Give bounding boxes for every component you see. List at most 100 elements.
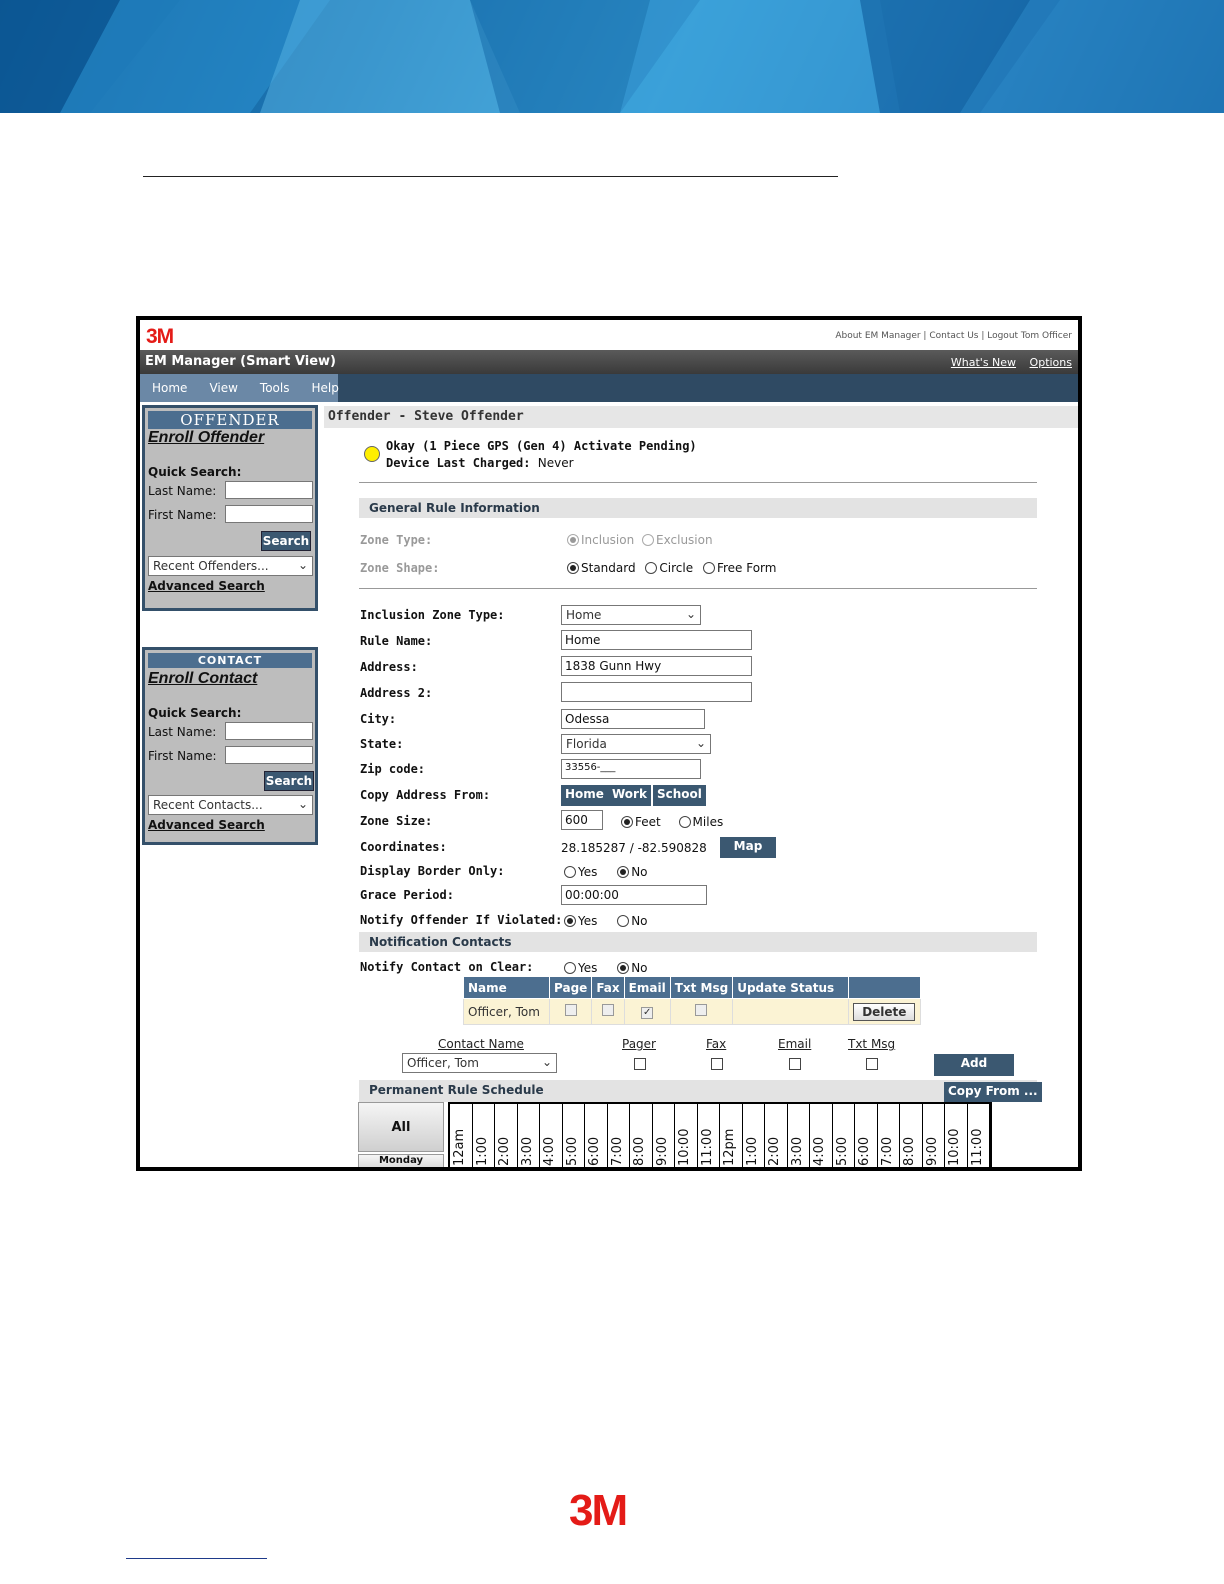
contact-name-select[interactable]: Officer, Tom ⌄ <box>402 1053 557 1073</box>
col-update-status: Update Status <box>732 976 850 999</box>
state-select[interactable]: Florida ⌄ <box>561 734 711 754</box>
miles-label: Miles <box>692 815 724 829</box>
border-no-radio[interactable] <box>617 866 630 878</box>
hour-column[interactable]: 10:00 <box>945 1104 968 1167</box>
grace-period-input[interactable]: 00:00:00 <box>561 885 707 905</box>
miles-radio[interactable] <box>678 816 691 828</box>
standard-radio[interactable] <box>567 562 579 574</box>
hour-column[interactable]: 7:00 <box>608 1104 630 1167</box>
general-rule-section: General Rule Information <box>359 498 1037 518</box>
inclusion-radio[interactable] <box>567 534 579 546</box>
charged-value: Never <box>537 456 574 470</box>
divider <box>359 482 1037 483</box>
border-yes-radio[interactable] <box>564 866 576 878</box>
hour-label: 12pm <box>722 1128 737 1166</box>
chevron-down-icon: ⌄ <box>541 1055 552 1069</box>
rule-name-input[interactable]: Home <box>561 630 752 650</box>
options-link[interactable]: Options <box>1030 356 1072 369</box>
add-contact-button[interactable]: Add <box>934 1054 1014 1076</box>
hour-column[interactable]: 1:00 <box>743 1104 765 1167</box>
notify-no-radio[interactable] <box>617 915 630 927</box>
hour-column[interactable]: 12am <box>450 1104 473 1167</box>
enroll-contact-link[interactable]: Enroll Contact <box>148 670 315 688</box>
hour-column[interactable]: 1:00 <box>473 1104 495 1167</box>
notify-clear-label: Notify Contact on Clear: <box>360 960 534 974</box>
recent-offenders-select[interactable]: Recent Offenders... ⌄ <box>148 556 313 576</box>
recent-offenders-value: Recent Offenders... <box>153 559 269 573</box>
copy-school-button[interactable]: School <box>653 785 706 806</box>
grace-period-label: Grace Period: <box>360 888 454 902</box>
whats-new-link[interactable]: What's New <box>951 356 1016 369</box>
offender-search-button[interactable]: Search <box>261 531 311 551</box>
hour-column[interactable]: 3:00 <box>788 1104 810 1167</box>
hour-column[interactable]: 3:00 <box>518 1104 540 1167</box>
exclusion-radio[interactable] <box>642 534 655 546</box>
hour-column[interactable]: 5:00 <box>833 1104 855 1167</box>
title-bar: EM Manager (Smart View) What's New Optio… <box>140 350 1078 374</box>
hour-column[interactable]: 10:00 <box>675 1104 698 1167</box>
hour-column[interactable]: 8:00 <box>630 1104 653 1167</box>
hour-column[interactable]: 2:00 <box>765 1104 788 1167</box>
hour-column[interactable]: 11:00 <box>968 1104 990 1167</box>
address-label: Address: <box>360 660 418 674</box>
notify-yes-radio[interactable] <box>564 915 576 927</box>
enroll-offender-link[interactable]: Enroll Offender <box>148 429 315 447</box>
hour-column[interactable]: 7:00 <box>878 1104 900 1167</box>
address2-input[interactable] <box>561 682 752 702</box>
hour-label: 8:00 <box>902 1136 917 1166</box>
menu-help[interactable]: Help <box>311 381 338 395</box>
hour-column[interactable]: 11:00 <box>698 1104 720 1167</box>
circle-radio[interactable] <box>645 562 658 574</box>
footer-3m-logo: 3M <box>569 1486 628 1535</box>
city-input[interactable]: Odessa <box>561 709 705 729</box>
add-fax-checkbox[interactable] <box>711 1058 723 1070</box>
add-txt-checkbox[interactable] <box>866 1058 878 1070</box>
offender-last-name-input[interactable] <box>225 481 313 499</box>
col-actions <box>848 976 922 999</box>
hour-column[interactable]: 2:00 <box>495 1104 518 1167</box>
clear-no-radio[interactable] <box>617 962 630 974</box>
zip-input[interactable]: 33556-___ <box>561 759 701 779</box>
notify-offender-options: Yes No <box>564 914 648 928</box>
hour-column[interactable]: 8:00 <box>900 1104 923 1167</box>
hour-column[interactable]: 6:00 <box>585 1104 608 1167</box>
hour-column[interactable]: 6:00 <box>855 1104 878 1167</box>
zone-size-input[interactable]: 600 <box>561 810 603 830</box>
inclusion-zone-type-value: Home <box>566 608 602 622</box>
clear-yes-radio[interactable] <box>564 962 576 974</box>
menu-tools[interactable]: Tools <box>260 381 290 395</box>
contact-search-button[interactable]: Search <box>264 771 314 791</box>
menu-home[interactable]: Home <box>152 381 187 395</box>
address-input[interactable]: 1838 Gunn Hwy <box>561 656 752 676</box>
copy-work-button[interactable]: Work <box>608 785 651 806</box>
monday-button[interactable]: Monday <box>358 1154 444 1167</box>
add-pager-checkbox[interactable] <box>634 1058 646 1070</box>
hour-column[interactable]: 9:00 <box>653 1104 675 1167</box>
contact-last-name-input[interactable] <box>225 722 313 740</box>
footer-rule <box>126 1558 267 1559</box>
copy-home-button[interactable]: Home <box>561 785 608 806</box>
hour-column[interactable]: 12pm <box>720 1104 743 1167</box>
all-button[interactable]: All <box>358 1102 444 1152</box>
offender-advanced-search-link[interactable]: Advanced Search <box>148 579 315 593</box>
delete-button[interactable]: Delete <box>853 1002 916 1021</box>
hour-column[interactable]: 4:00 <box>810 1104 833 1167</box>
hour-column[interactable]: 9:00 <box>923 1104 945 1167</box>
hour-column[interactable]: 4:00 <box>540 1104 563 1167</box>
menu-view[interactable]: View <box>209 381 237 395</box>
add-email-checkbox[interactable] <box>789 1058 801 1070</box>
contact-first-name-input[interactable] <box>225 746 313 764</box>
inclusion-zone-type-select[interactable]: Home ⌄ <box>561 605 701 625</box>
chevron-down-icon: ⌄ <box>685 607 696 621</box>
recent-contacts-select[interactable]: Recent Contacts... ⌄ <box>148 795 313 815</box>
top-links[interactable]: About EM Manager | Contact Us | Logout T… <box>835 331 1072 341</box>
contact-advanced-search-link[interactable]: Advanced Search <box>148 818 315 832</box>
free-form-radio[interactable] <box>702 562 715 574</box>
status-line: Okay (1 Piece GPS (Gen 4) Activate Pendi… <box>386 439 697 453</box>
offender-first-name-input[interactable] <box>225 505 313 523</box>
map-button[interactable]: Map <box>720 837 776 858</box>
copy-from-button[interactable]: Copy From ... <box>944 1082 1042 1102</box>
update-status-cell <box>732 998 850 1025</box>
hour-column[interactable]: 5:00 <box>563 1104 585 1167</box>
feet-radio[interactable] <box>621 816 633 828</box>
